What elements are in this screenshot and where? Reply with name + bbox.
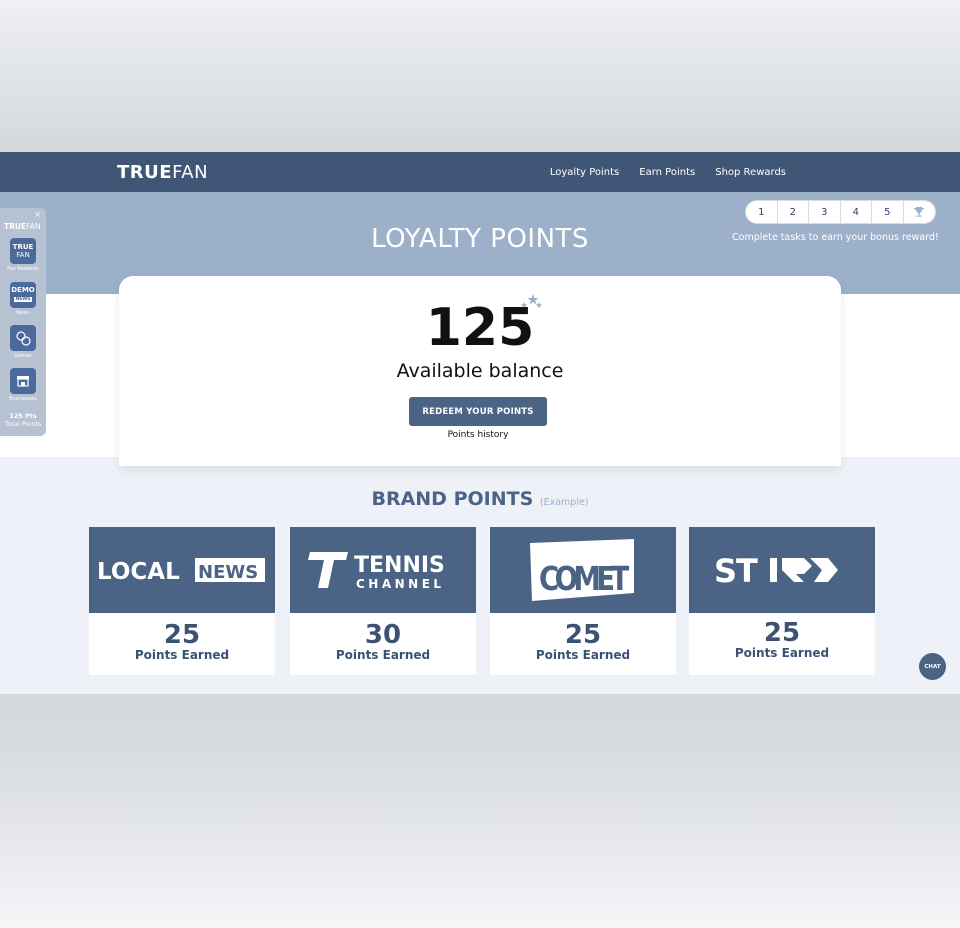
step-1[interactable]: 1 bbox=[746, 201, 778, 223]
trophy-icon bbox=[914, 207, 925, 217]
tennis-channel-logo: TENNIS CHANNEL bbox=[290, 527, 476, 613]
local-news-logo: LOCAL NEWS bbox=[89, 527, 275, 613]
comet-logo: COMET bbox=[490, 527, 676, 613]
step-5[interactable]: 5 bbox=[872, 201, 904, 223]
demo-news-icon: DEMO NEWS bbox=[10, 282, 36, 308]
close-icon[interactable]: × bbox=[34, 210, 41, 219]
brand-card-tennis-channel[interactable]: TENNIS CHANNEL 30 Points Earned bbox=[290, 527, 476, 675]
brand-points-value: 25 bbox=[163, 620, 201, 650]
svg-text:TENNIS: TENNIS bbox=[354, 553, 445, 578]
svg-text:LOCAL: LOCAL bbox=[97, 559, 180, 585]
brand-points-value: 30 bbox=[364, 620, 402, 650]
brand-card-stirr[interactable]: ST 25 Points Earned bbox=[689, 527, 875, 675]
brand-card-comet[interactable]: COMET 25 Points Earned bbox=[490, 527, 676, 675]
rewards-sidebar: × TRUEFAN TRUE FAN Fan Rewards DEMO NEWS N… bbox=[0, 208, 46, 436]
stars-icon bbox=[520, 294, 543, 308]
sidebar-item-games[interactable]: Games bbox=[0, 325, 46, 359]
store-icon bbox=[10, 368, 36, 394]
nav-earn-points[interactable]: Earn Points bbox=[639, 167, 695, 178]
sidebar-item-label: Games bbox=[14, 353, 32, 359]
truefan-app-icon: TRUE FAN bbox=[10, 238, 36, 264]
step-2[interactable]: 2 bbox=[778, 201, 809, 223]
step-4[interactable]: 4 bbox=[841, 201, 872, 223]
sidebar-item-businesses[interactable]: Businesses bbox=[0, 368, 46, 402]
navbar: TRUEFAN Loyalty Points Earn Points Shop … bbox=[0, 152, 960, 192]
brand-points-label: Points Earned bbox=[335, 648, 431, 662]
sidebar-total-points: 125 Pts Total Points bbox=[4, 412, 42, 428]
sidebar-item-label: News bbox=[16, 310, 30, 316]
step-trophy[interactable] bbox=[904, 201, 936, 223]
svg-text:CHANNEL: CHANNEL bbox=[356, 577, 445, 591]
sidebar-item-news[interactable]: DEMO NEWS News bbox=[0, 282, 46, 316]
steps-caption: Complete tasks to earn your bonus reward… bbox=[732, 232, 939, 243]
bonus-steps: 1 2 3 4 5 bbox=[745, 200, 936, 224]
brand-points-value: 25 bbox=[564, 620, 602, 650]
step-3[interactable]: 3 bbox=[809, 201, 841, 223]
balance-label: Available balance bbox=[396, 360, 564, 382]
stirr-logo: ST bbox=[689, 527, 875, 613]
page: TRUEFAN Loyalty Points Earn Points Shop … bbox=[0, 152, 960, 694]
sidebar-item-label: Businesses bbox=[9, 396, 37, 402]
truefan-logo[interactable]: TRUEFAN bbox=[117, 162, 208, 183]
brand-points-label: Points Earned bbox=[734, 646, 830, 660]
sidebar-brand: TRUEFAN bbox=[4, 222, 41, 231]
svg-text:ST: ST bbox=[714, 552, 758, 590]
brand-points-heading: BRAND POINTS (Example) bbox=[371, 488, 589, 510]
balance-card: 125 Available balance REDEEM YOUR POINTS… bbox=[119, 276, 841, 466]
svg-text:COMET: COMET bbox=[539, 561, 629, 599]
nav-links: Loyalty Points Earn Points Shop Rewards bbox=[550, 152, 786, 192]
points-history-link[interactable]: Points history bbox=[119, 430, 837, 440]
brand-card-local-news[interactable]: LOCAL NEWS 25 Points Earned bbox=[89, 527, 275, 675]
nav-shop-rewards[interactable]: Shop Rewards bbox=[715, 167, 786, 178]
nav-loyalty-points[interactable]: Loyalty Points bbox=[550, 167, 619, 178]
brand-points-value: 25 bbox=[763, 618, 801, 648]
redeem-points-button[interactable]: REDEEM YOUR POINTS bbox=[409, 397, 547, 426]
games-icon bbox=[10, 325, 36, 351]
brand-points-label: Points Earned bbox=[535, 648, 631, 662]
sidebar-item-fan-rewards[interactable]: TRUE FAN Fan Rewards bbox=[0, 238, 46, 272]
sidebar-item-label: Fan Rewards bbox=[7, 266, 39, 272]
chat-button[interactable]: CHAT bbox=[919, 653, 946, 680]
balance-value: 125 bbox=[425, 298, 535, 358]
svg-text:NEWS: NEWS bbox=[198, 562, 258, 583]
brand-points-label: Points Earned bbox=[134, 648, 230, 662]
